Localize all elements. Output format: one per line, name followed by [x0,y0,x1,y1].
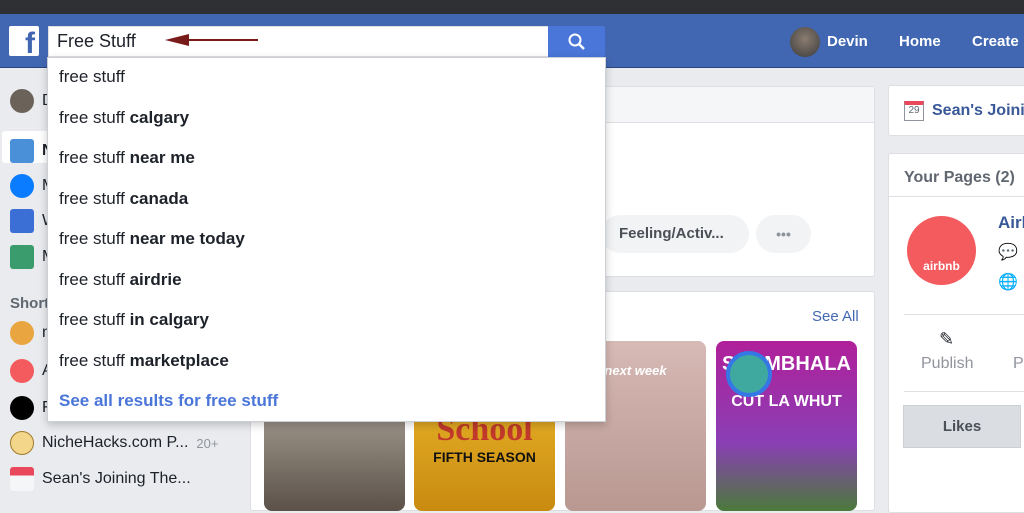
tab-likes[interactable]: Likes [903,405,1021,448]
create-link[interactable]: Create [972,26,1019,57]
see-all-results-link[interactable]: See all results for free stuff [59,391,278,411]
search-suggestion[interactable]: free stuff in calgary [59,310,209,330]
avatar[interactable] [790,27,820,57]
home-link[interactable]: Home [899,26,941,57]
sidebar-label: Sean's Joining The... [42,470,191,487]
suggestion-prefix: free stuff [59,229,125,248]
suggestion-completion: canada [129,188,189,208]
globe-icon[interactable]: 🌐 [998,272,1018,292]
publish-button[interactable]: Publish [921,355,973,373]
marketplace-icon [10,245,34,269]
calendar-icon [10,467,34,491]
search-button[interactable] [548,26,605,57]
shortcut-item[interactable]: Sean's Joining The... [10,467,191,491]
suggestion-prefix: free stuff [59,188,125,208]
story-card[interactable]: SHAMBHALA CUT LA WHUT [716,341,857,511]
messages-icon[interactable]: 💬 [998,242,1018,262]
suggestion-completion: airdrie [129,269,182,289]
more-options-button[interactable]: ••• [756,215,811,253]
shortcuts-heading: Short [10,294,50,312]
search-suggestion[interactable]: free stuff airdrie [59,270,182,290]
calendar-icon: 29 [904,101,924,121]
suggestion-prefix: free stuff [59,148,125,167]
event-card[interactable]: 29 Sean's Joini [888,85,1024,136]
page-icon [10,396,34,420]
search-suggestion[interactable]: free stuff near me [59,148,195,168]
event-link[interactable]: Sean's Joini [932,102,1024,120]
suggestion-completion: near me today [129,229,245,248]
see-all-stories-link[interactable]: See All [812,308,859,325]
suggestion-prefix: free stuff [59,67,125,86]
suggestion-completion: calgary [129,107,190,127]
suggestion-prefix: free stuff [59,350,125,370]
story-text: FIFTH SEASON [433,449,536,465]
search-suggestions-dropdown: free stuff free stuff calgary free stuff … [47,57,606,422]
search-suggestion[interactable]: free stuff marketplace [59,351,229,371]
airbnb-logo[interactable]: airbnb [907,216,976,285]
page-icon [10,321,34,345]
annotation-arrow-icon [165,34,258,46]
profile-link[interactable]: Devin [827,26,868,57]
search-suggestion[interactable]: free stuff canada [59,189,188,209]
search-suggestion[interactable]: free stuff calgary [59,108,189,128]
search-icon [568,33,585,50]
watch-icon [10,209,34,233]
suggestion-completion: marketplace [129,350,229,370]
page-name-link[interactable]: Airl [998,213,1024,233]
search-input[interactable]: Free Stuff [48,26,549,57]
story-text: CUT LA WHUT [731,393,842,410]
your-pages-card: Your Pages (2) airbnb Airl 💬 🌐 ✎ Publish… [888,153,1024,513]
sidebar-label: NicheHacks.com P... [42,434,189,451]
search-suggestion[interactable]: free stuff near me today [59,229,245,249]
browser-top-strip [0,0,1024,14]
airbnb-icon [10,359,34,383]
search-suggestion[interactable]: free stuff [59,67,125,87]
suggestion-completion: near me [129,148,195,167]
messenger-icon [10,174,34,198]
feeling-activity-button[interactable]: Feeling/Activ... [601,215,749,253]
shortcut-item[interactable]: NicheHacks.com P... 20+ [10,431,218,455]
news-feed-icon [10,139,34,163]
your-pages-title[interactable]: Your Pages (2) [904,169,1015,187]
suggestion-prefix: free stuff [59,269,125,289]
facebook-logo[interactable]: f [9,26,39,56]
nichehacks-icon [10,431,34,455]
avatar [10,89,34,113]
suggestion-prefix: free stuff [59,107,125,127]
shortcut-item[interactable]: F [10,396,52,420]
count-badge: 20+ [196,435,219,451]
suggestion-completion: in calgary [129,310,209,329]
edit-icon: ✎ [939,329,955,349]
page-action-button[interactable]: P [1013,355,1024,373]
suggestion-prefix: free stuff [59,310,125,329]
